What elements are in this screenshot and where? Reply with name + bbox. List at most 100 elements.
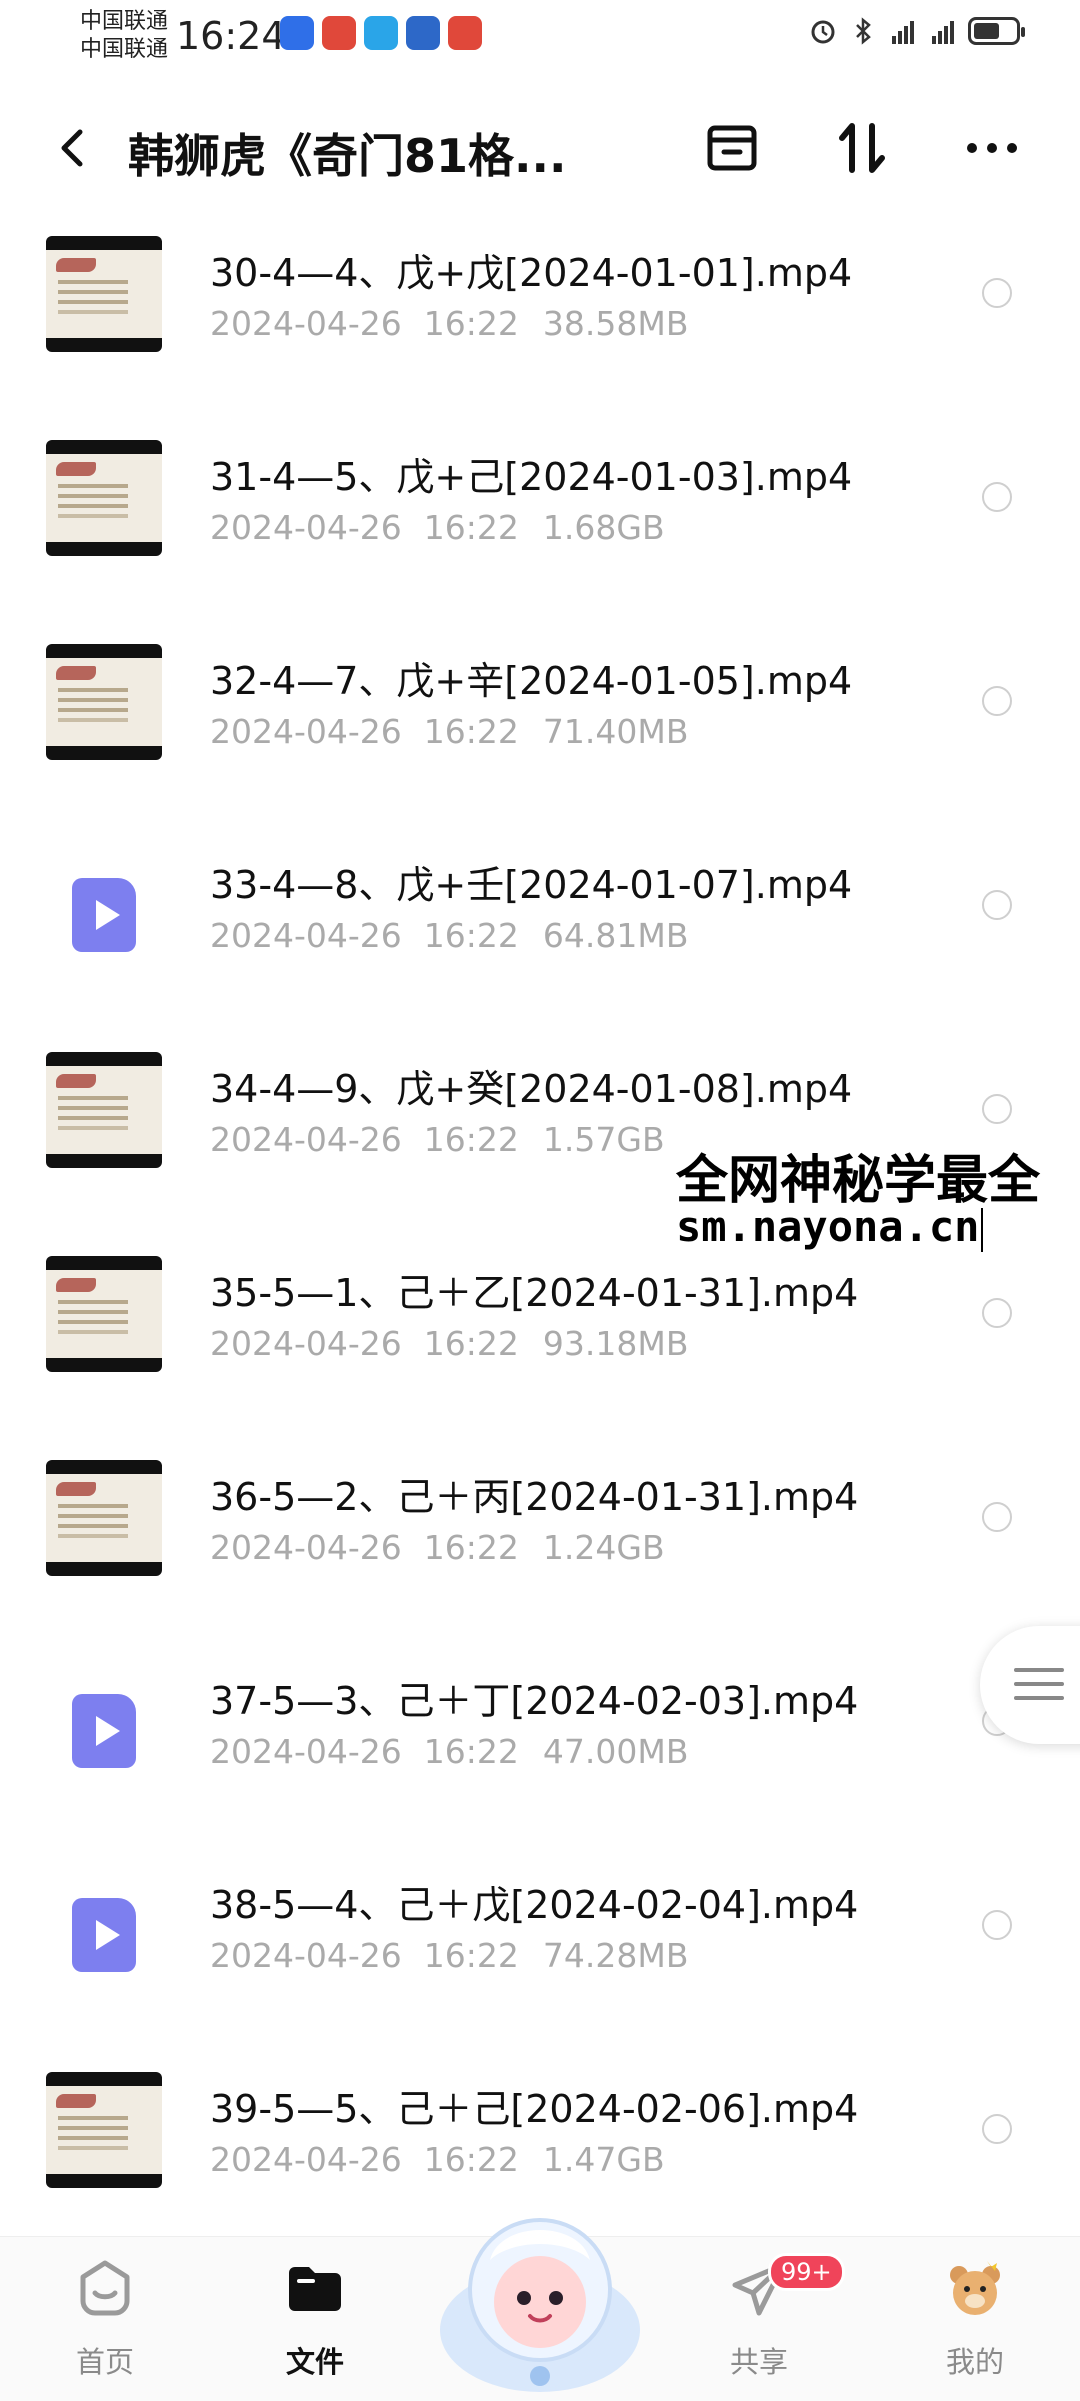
file-size: 1.57GB [542,1120,665,1159]
video-thumbnail [46,1460,162,1576]
file-size: 47.00MB [542,1732,689,1771]
file-size: 1.24GB [542,1528,665,1567]
bluetooth-icon [856,17,871,45]
file-size: 93.18MB [542,1324,689,1363]
file-meta: 2024-04-26 16:22 64.81MB [210,916,688,955]
app-notification-icon [280,16,314,50]
nav-home[interactable]: 首页 [30,2257,180,2397]
status-bar: 中国联通 中国联通 16:24 [0,0,1080,80]
file-date: 2024-04-26 [210,916,402,955]
carrier-1: 中国联通 [80,9,169,34]
file-time: 16:22 [423,1324,519,1363]
signal-icon [892,21,914,44]
nav-home-label: 首页 [75,2345,134,2379]
file-name: 34-4—9、戊+癸[2024-01-08].mp4 [210,1067,853,1111]
video-thumbnail [46,440,162,556]
file-date: 2024-04-26 [210,1936,402,1975]
file-row[interactable]: 32-4—7、戊+辛[2024-01-05].mp4 2024-04-26 16:2… [0,638,1080,842]
file-date: 2024-04-26 [210,304,402,343]
file-size: 38.58MB [542,304,689,343]
back-arrow-icon[interactable] [42,118,102,178]
file-name: 36-5—2、己＋丙[2024-01-31].mp4 [210,1475,859,1519]
file-meta: 2024-04-26 16:22 74.28MB [210,1936,688,1975]
file-date: 2024-04-26 [210,1732,402,1771]
video-thumbnail [46,236,162,352]
video-file-icon [72,1694,136,1768]
file-date: 2024-04-26 [210,508,402,547]
select-radio[interactable] [982,1910,1012,1940]
select-radio[interactable] [982,278,1012,308]
file-time: 16:22 [423,916,519,955]
carrier-2: 中国联通 [80,37,169,62]
file-row[interactable]: 38-5—4、己＋戊[2024-02-04].mp4 2024-04-26 16:2… [0,1862,1080,2066]
select-radio[interactable] [982,1502,1012,1532]
select-radio[interactable] [982,890,1012,920]
home-icon [80,2260,130,2316]
file-meta: 2024-04-26 16:22 1.57GB [210,1120,665,1159]
nav-mine[interactable]: 我的 [900,2257,1050,2397]
file-row[interactable]: 37-5—3、己＋丁[2024-02-03].mp4 2024-04-26 16:2… [0,1658,1080,1862]
file-name: 33-4—8、戊+壬[2024-01-07].mp4 [210,863,853,907]
file-meta: 2024-04-26 16:22 1.47GB [210,2140,665,2179]
video-file-icon [72,878,136,952]
file-time: 16:22 [423,304,519,343]
archive-icon[interactable] [694,110,770,186]
bear-avatar-icon [950,2261,1000,2315]
file-row[interactable]: 33-4—8、戊+壬[2024-01-07].mp4 2024-04-26 16:2… [0,842,1080,1046]
select-radio[interactable] [982,1094,1012,1124]
folder-title: 韩狮虎《奇门81格... [128,129,567,183]
app-notification-icon [364,16,398,50]
app-notification-icon [448,16,482,50]
video-thumbnail [46,2072,162,2188]
file-time: 16:22 [423,508,519,547]
nav-files-label: 文件 [285,2345,344,2379]
video-thumbnail [46,1052,162,1168]
file-meta: 2024-04-26 16:22 93.18MB [210,1324,688,1363]
file-row[interactable]: 30-4—4、戊+戊[2024-01-01].mp4 2024-04-26 16:2… [0,230,1080,434]
watermark-url: sm.nayona.cn [676,1202,984,1252]
file-size: 1.47GB [542,2140,665,2179]
file-time: 16:22 [423,1528,519,1567]
file-name: 38-5—4、己＋戊[2024-02-04].mp4 [210,1883,859,1927]
nav-mine-label: 我的 [945,2345,1004,2379]
select-radio[interactable] [982,482,1012,512]
file-time: 16:22 [423,2140,519,2179]
nav-share-label: 共享 [729,2345,788,2379]
select-radio[interactable] [982,1298,1012,1328]
file-date: 2024-04-26 [210,2140,402,2179]
battery-icon [968,17,1025,45]
more-options-icon[interactable] [954,110,1030,186]
file-size: 1.68GB [542,508,665,547]
file-date: 2024-04-26 [210,1528,402,1567]
file-name: 31-4—5、戊+己[2024-01-03].mp4 [210,455,853,499]
status-time: 16:24 [176,14,286,58]
file-size: 71.40MB [542,712,689,751]
file-date: 2024-04-26 [210,712,402,751]
menu-icon [1014,1668,1064,1672]
alarm-icon [811,20,835,44]
file-date: 2024-04-26 [210,1120,402,1159]
file-row[interactable]: 36-5—2、己＋丙[2024-01-31].mp4 2024-04-26 16:2… [0,1454,1080,1658]
file-meta: 2024-04-26 16:22 38.58MB [210,304,688,343]
top-app-bar: 韩狮虎《奇门81格... [0,88,1080,208]
file-name: 30-4—4、戊+戊[2024-01-01].mp4 [210,251,853,295]
file-name: 32-4—7、戊+辛[2024-01-05].mp4 [210,659,853,703]
file-size: 64.81MB [542,916,689,955]
select-radio[interactable] [982,686,1012,716]
file-row[interactable]: 35-5—1、己＋乙[2024-01-31].mp4 2024-04-26 16:2… [0,1250,1080,1454]
select-radio[interactable] [982,2114,1012,2144]
file-meta: 2024-04-26 16:22 1.68GB [210,508,665,547]
file-name: 35-5—1、己＋乙[2024-01-31].mp4 [210,1271,859,1315]
file-size: 74.28MB [542,1936,689,1975]
app-notification-icon [406,16,440,50]
nav-files[interactable]: 文件 [240,2257,390,2397]
nav-share[interactable]: 99+ 共享 [684,2253,845,2397]
sort-icon[interactable] [824,110,900,186]
app-notification-icon [322,16,356,50]
assistant-mascot-icon[interactable] [430,2180,650,2400]
file-time: 16:22 [423,712,519,751]
file-row[interactable]: 31-4—5、戊+己[2024-01-03].mp4 2024-04-26 16:2… [0,434,1080,638]
signal-icon [932,21,954,44]
file-meta: 2024-04-26 16:22 47.00MB [210,1732,688,1771]
file-time: 16:22 [423,1936,519,1975]
